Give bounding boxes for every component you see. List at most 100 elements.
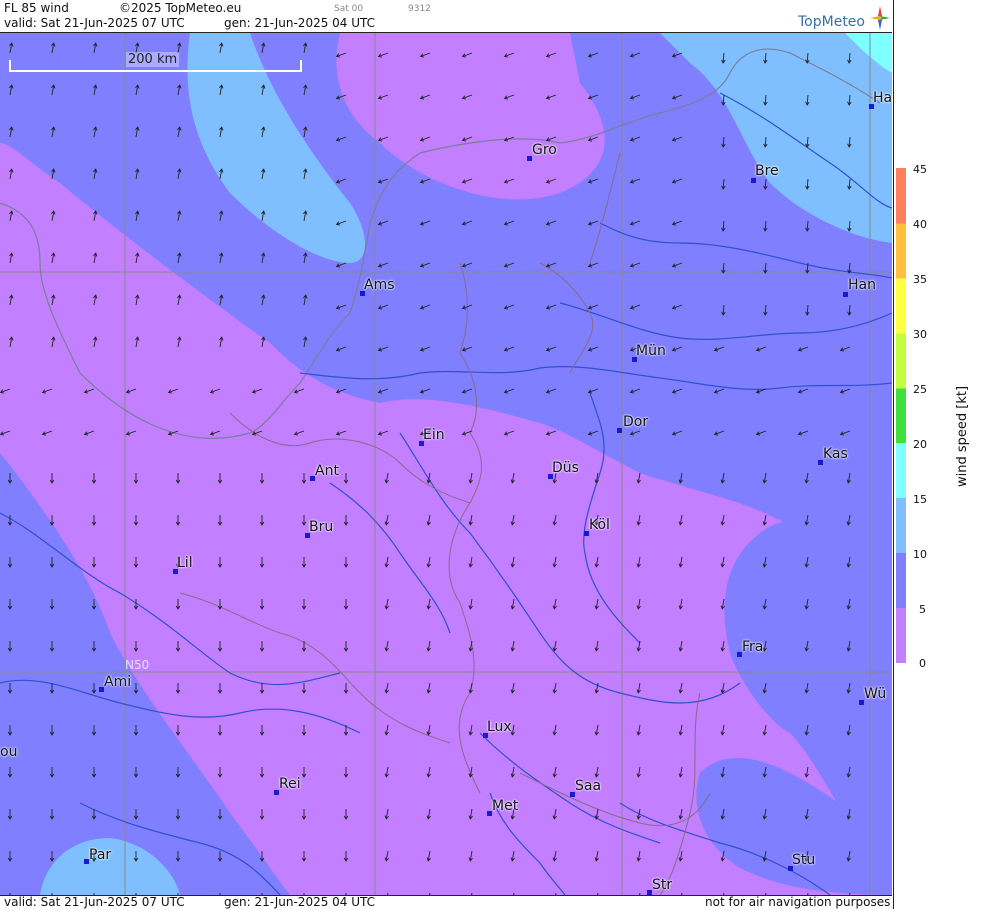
wind-arrow xyxy=(419,94,431,100)
wind-arrow xyxy=(177,210,182,222)
wind-arrow xyxy=(510,682,515,694)
wind-map[interactable]: 200 km N50 Gro Bre Ha Ams Han Mün Dor Ei… xyxy=(0,33,892,895)
wind-arrow xyxy=(49,473,55,484)
wind-arrow xyxy=(219,168,224,180)
city-label[interactable]: Wü xyxy=(864,686,886,702)
wind-arrow xyxy=(720,514,725,526)
wind-arrow xyxy=(7,809,13,820)
wind-arrow xyxy=(629,388,641,394)
wind-arrow xyxy=(671,94,683,100)
wind-arrow xyxy=(510,598,515,610)
wind-arrow xyxy=(303,126,308,138)
legend-tick: 5 xyxy=(919,603,926,616)
wind-arrow xyxy=(384,682,389,694)
city-label[interactable]: Mün xyxy=(636,343,666,359)
wind-arrow xyxy=(384,808,389,820)
wind-arrow xyxy=(468,556,473,568)
wind-arrow xyxy=(545,262,557,268)
city-label[interactable]: Lil xyxy=(177,555,193,571)
wind-arrow xyxy=(419,346,431,352)
wind-arrow xyxy=(594,556,599,568)
city-label[interactable]: Str xyxy=(652,877,672,893)
city-label[interactable]: Ams xyxy=(364,277,395,293)
wind-arrow xyxy=(720,640,725,652)
wind-arrow xyxy=(552,514,557,526)
wind-arrow xyxy=(468,682,473,694)
city-label[interactable]: Köl xyxy=(589,517,610,533)
wind-arrow xyxy=(721,220,726,232)
city-label[interactable]: Saa xyxy=(575,778,601,794)
city-label[interactable]: Kas xyxy=(823,446,848,462)
topmeteo-logo[interactable]: TopMeteo xyxy=(798,6,890,32)
city-label[interactable]: Ant xyxy=(315,463,339,479)
wind-arrow xyxy=(678,850,683,862)
wind-arrow xyxy=(805,220,810,232)
wind-arrow xyxy=(762,556,767,568)
wind-arrow xyxy=(343,473,349,484)
wind-arrow xyxy=(335,346,347,352)
city-label[interactable]: Fra xyxy=(742,639,763,655)
wind-arrow xyxy=(721,136,726,148)
lat-label-n50: N50 xyxy=(125,658,150,672)
city-label[interactable]: Rei xyxy=(279,776,301,792)
city-label[interactable]: Stu xyxy=(792,852,815,868)
city-label[interactable]: Ha xyxy=(873,90,892,106)
city-label[interactable]: Dor xyxy=(623,414,648,430)
wind-arrow xyxy=(51,252,56,264)
wind-arrow xyxy=(0,388,11,394)
wind-arrow xyxy=(847,220,852,232)
wind-arrow xyxy=(419,52,431,58)
wind-arrow xyxy=(552,766,557,778)
wind-arrow xyxy=(721,52,726,64)
wind-arrow xyxy=(49,725,55,736)
wind-arrow xyxy=(510,472,515,484)
wind-arrow xyxy=(721,304,726,316)
city-label[interactable]: Gro xyxy=(532,142,557,158)
city-label[interactable]: Bre xyxy=(755,163,779,179)
wind-arrow xyxy=(545,94,557,100)
wind-arrow xyxy=(468,850,473,862)
wind-arrow xyxy=(678,556,683,568)
wind-arrow xyxy=(93,252,98,264)
wind-arrow xyxy=(545,388,557,394)
wind-arrow xyxy=(259,599,265,610)
wind-arrow xyxy=(7,725,13,736)
city-label[interactable]: Ein xyxy=(423,427,445,443)
wind-arrow xyxy=(175,641,181,652)
wind-arrow xyxy=(587,262,599,268)
wind-arrow xyxy=(594,598,599,610)
wind-arrow xyxy=(839,430,851,436)
wind-arrow xyxy=(721,262,726,274)
wind-arrow xyxy=(175,599,181,610)
wind-arrow xyxy=(217,683,223,694)
legend-tick: 10 xyxy=(913,548,927,561)
city-label[interactable]: Lux xyxy=(487,719,512,735)
wind-arrow xyxy=(594,682,599,694)
wind-arrow xyxy=(219,210,224,222)
wind-arrow xyxy=(503,304,515,310)
city-label[interactable]: Par xyxy=(89,847,111,863)
wind-arrow xyxy=(468,514,473,526)
city-label[interactable]: Han xyxy=(848,277,876,293)
wind-arrow xyxy=(678,514,683,526)
wind-arrow xyxy=(91,725,97,736)
wind-arrow xyxy=(51,210,56,222)
wind-arrow xyxy=(545,304,557,310)
city-label[interactable]: Bru xyxy=(309,519,333,535)
wind-arrow xyxy=(335,304,347,310)
wind-arrow xyxy=(805,304,810,316)
wind-arrow xyxy=(846,472,851,484)
wind-arrow xyxy=(9,336,14,348)
legend-tick: 0 xyxy=(919,657,926,670)
city-label[interactable]: Met xyxy=(492,798,518,814)
wind-arrow xyxy=(636,514,641,526)
city-label[interactable]: Ami xyxy=(104,674,131,690)
wind-arrow xyxy=(301,809,307,820)
city-label[interactable]: ou xyxy=(0,744,17,760)
wind-arrow xyxy=(468,766,473,778)
wind-arrow xyxy=(49,767,55,778)
city-label[interactable]: Düs xyxy=(552,460,579,476)
wind-arrow xyxy=(217,725,223,736)
wind-arrow xyxy=(133,851,139,862)
wind-arrow xyxy=(587,304,599,310)
